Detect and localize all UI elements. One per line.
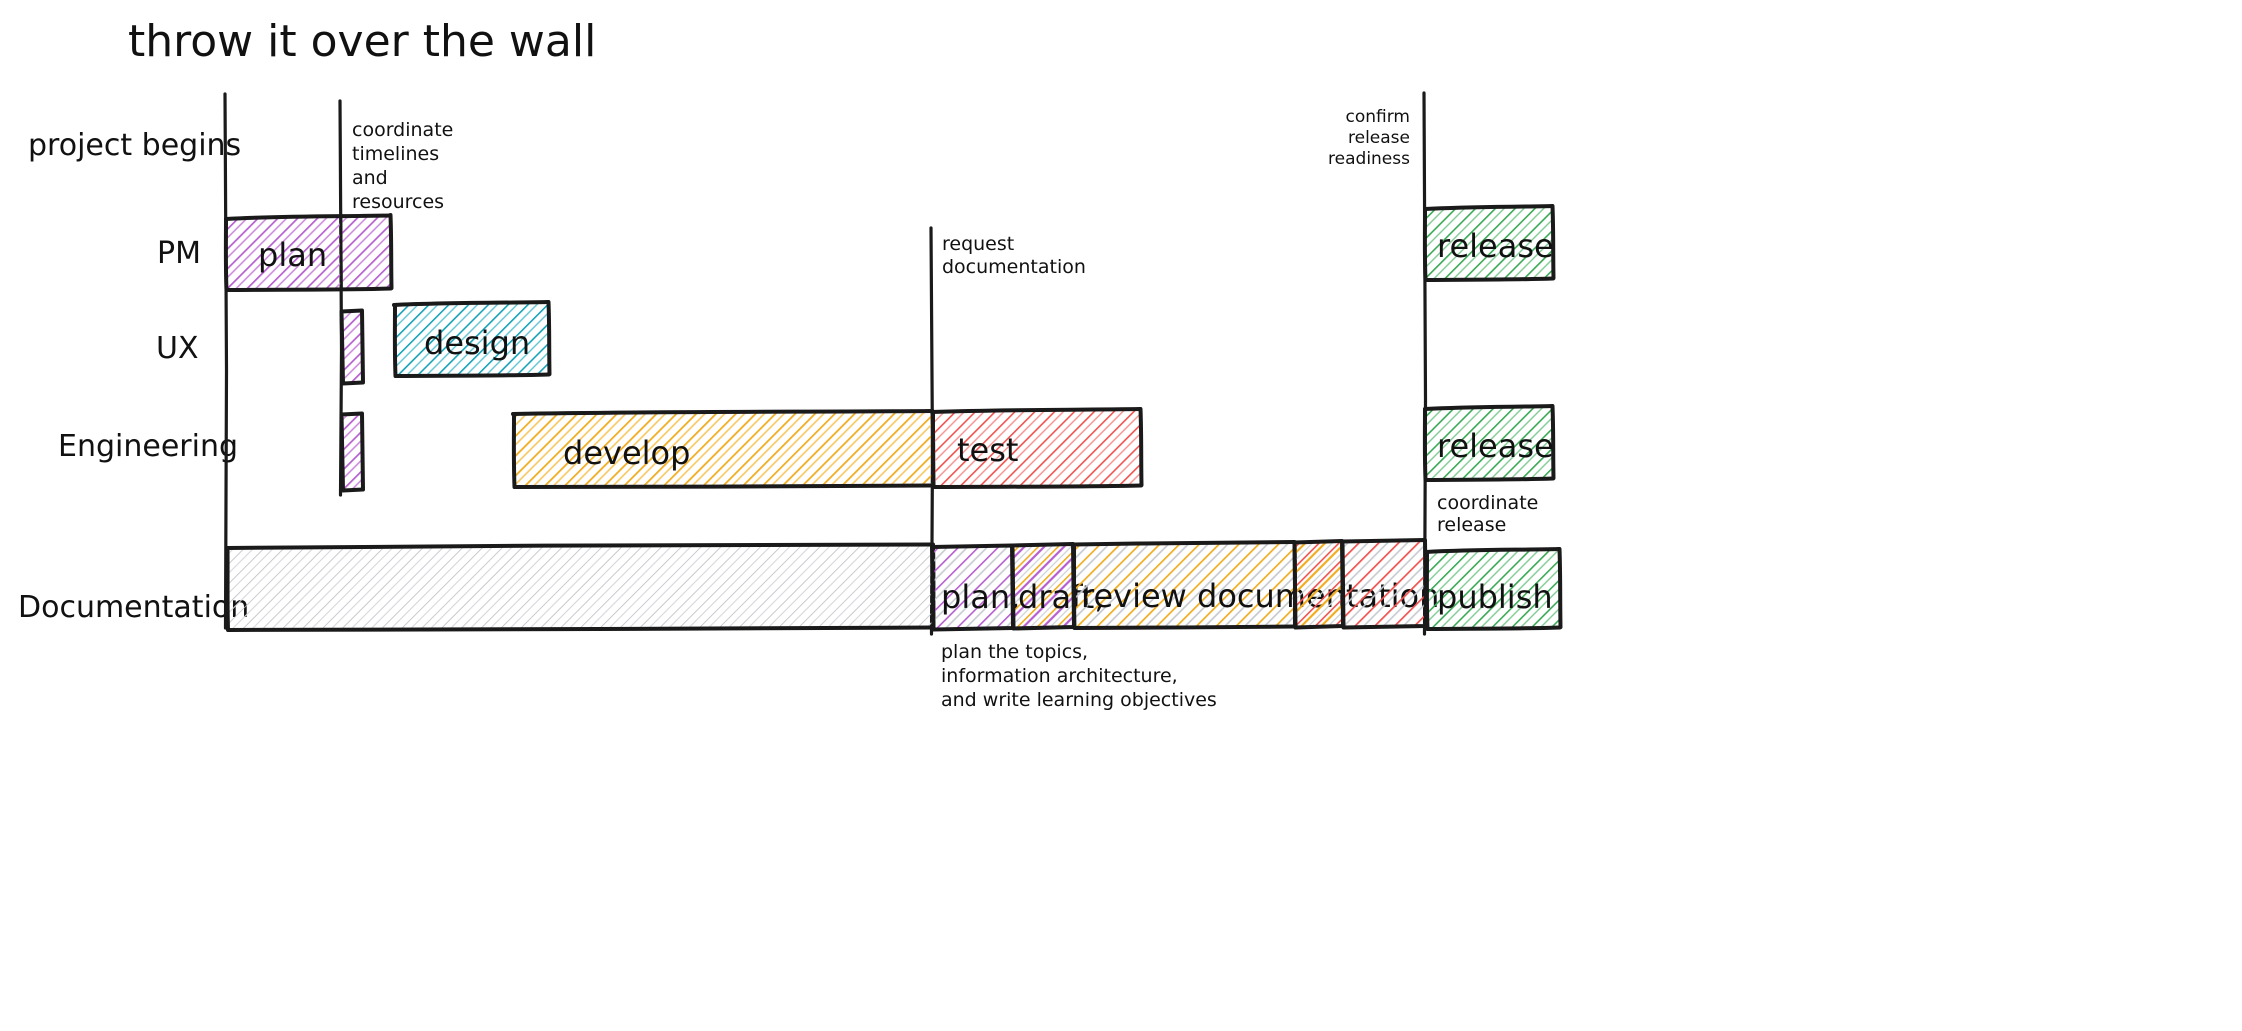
bar-label: release [1437, 227, 1554, 265]
annotation-line: readiness [1328, 149, 1410, 169]
annotation-coordinate-release: coordinate release [1437, 492, 1538, 536]
row-label-project-begins: project begins [28, 128, 241, 163]
diagram-canvas: throw it over the wall project begins PM… [0, 0, 2242, 1031]
annotation-line: request [942, 233, 1014, 255]
bar-doc-plan[interactable]: plan, [930, 543, 1020, 632]
bar-label: publish [1437, 578, 1553, 616]
bar-eng-test[interactable]: test [930, 407, 1144, 489]
annotation-line: timelines [352, 143, 439, 165]
annotation-doc-detail: plan the topics, information architectur… [941, 641, 1217, 711]
annotation-line: documentation [942, 256, 1086, 278]
annotation-line: coordinate [1437, 492, 1538, 514]
bar-label: design [424, 324, 530, 362]
annotation-request-documentation: request documentation [942, 233, 1086, 278]
gantt-chart: throw it over the wall project begins PM… [18, 16, 1563, 711]
bar-ux-design[interactable]: design [392, 300, 552, 378]
bar-ux-coordinate-tick[interactable] [339, 308, 365, 386]
bar-eng-coordinate-tick[interactable] [339, 411, 365, 493]
bar-doc-placeholder[interactable] [225, 542, 936, 632]
bar-label: release [1437, 427, 1554, 465]
annotation-confirm-release-readiness: confirm release readiness [1328, 107, 1410, 169]
bar-label: test [957, 431, 1018, 469]
bar-label: plan, [941, 578, 1020, 616]
annotation-line: release [1348, 128, 1410, 148]
bar-doc-edit[interactable] [1292, 539, 1345, 630]
bar-eng-develop[interactable]: develop [511, 409, 936, 489]
annotation-line: release [1437, 514, 1506, 536]
annotation-line: coordinate [352, 119, 453, 141]
bar-pm-release[interactable]: release [1422, 204, 1556, 282]
annotation-line: plan the topics, [941, 641, 1088, 663]
row-label-ux: UX [156, 331, 199, 366]
bar-doc-publish[interactable]: publish [1424, 547, 1563, 631]
annotation-line: confirm [1346, 107, 1410, 127]
bar-label: develop [563, 434, 690, 472]
annotation-coordinate-timelines: coordinate timelines and resources [352, 119, 453, 213]
annotation-line: and write learning objectives [941, 689, 1217, 711]
bar-label: plan [258, 236, 327, 274]
bar-eng-release[interactable]: release [1422, 404, 1556, 482]
annotation-line: and [352, 167, 388, 189]
annotation-line: resources [352, 191, 444, 213]
annotation-line: information architecture, [941, 665, 1178, 687]
page-title: throw it over the wall [128, 16, 596, 67]
bar-doc-finalize[interactable] [1340, 538, 1428, 630]
row-label-engineering: Engineering [58, 429, 238, 464]
row-label-pm: PM [157, 236, 201, 271]
bar-pm-plan[interactable]: plan [223, 213, 394, 292]
row-label-documentation: Documentation [18, 590, 249, 625]
